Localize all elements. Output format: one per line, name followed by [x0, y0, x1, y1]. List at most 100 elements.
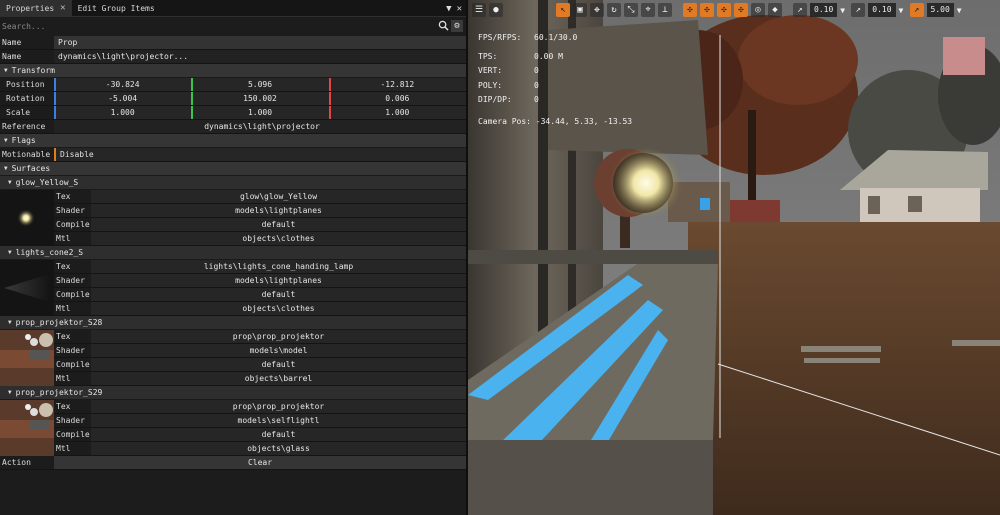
- shader-label: Shader: [56, 416, 85, 425]
- surfaces-header[interactable]: ▼ Surfaces: [0, 162, 466, 176]
- rotation-y-field[interactable]: 150.002: [191, 92, 329, 105]
- panel-controls: ▼ ✕: [446, 0, 462, 17]
- name-header-value: Prop: [54, 36, 466, 49]
- rotation-z-field[interactable]: 0.006: [328, 92, 466, 105]
- view-icon[interactable]: ◆: [768, 3, 782, 17]
- scale-y-field[interactable]: 1.000: [191, 106, 329, 119]
- surface-block: Tex lights\lights_cone_handing_lamp Shade…: [0, 260, 466, 316]
- caret-down-icon: ▼: [4, 165, 8, 172]
- scene-viewport[interactable]: ☰ ● ↖ ▣ ✥ ↻ ⤡ ⌖ ⊥ ✣ ✣ ✣ ✣ ◎ ◆ ↗ 0.10 ▼ ↗…: [468, 0, 1000, 515]
- tab-edit-group-items[interactable]: Edit Group Items: [72, 0, 161, 16]
- tab-properties-label: Properties: [6, 3, 55, 13]
- mtl-value[interactable]: objects\glass: [91, 442, 466, 455]
- menu-icon[interactable]: ☰: [472, 3, 486, 17]
- mtl-label: Mtl: [56, 304, 71, 313]
- add-object-icon[interactable]: ▣: [573, 3, 587, 17]
- reference-label: Reference: [2, 122, 46, 131]
- rotate-snap-icon[interactable]: ↗: [851, 3, 866, 17]
- compile-label: Compile: [56, 360, 90, 369]
- move-snap-value[interactable]: 0.10: [810, 3, 838, 17]
- move-icon[interactable]: ✥: [590, 3, 604, 17]
- clear-button[interactable]: Clear: [54, 456, 466, 469]
- axis-icon[interactable]: ⊥: [658, 3, 672, 17]
- scale-z-field[interactable]: 1.000: [328, 106, 466, 119]
- motionable-dropdown[interactable]: Disable: [54, 148, 466, 161]
- camera-icon[interactable]: ◎: [751, 3, 765, 17]
- stats-overlay: FPS/RFPS: 60.1/30.0 TPS: 0.00 M VERT: 0 POL…: [478, 31, 632, 130]
- dip-value: 0: [534, 95, 539, 105]
- compile-value[interactable]: default: [91, 428, 466, 441]
- select-cursor-icon[interactable]: ↖: [556, 3, 570, 17]
- dip-label: DIP/DP:: [478, 95, 512, 105]
- position-x-field[interactable]: -30.824: [54, 78, 192, 91]
- caret-down-icon: ▼: [4, 67, 8, 74]
- compile-label: Compile: [56, 290, 90, 299]
- mtl-value[interactable]: objects\barrel: [91, 372, 466, 385]
- scale-snap-value[interactable]: 5.00: [926, 3, 954, 17]
- mtl-value[interactable]: objects\clothes: [91, 302, 466, 315]
- tab-edit-group-items-label: Edit Group Items: [77, 3, 155, 13]
- shader-label: Shader: [56, 346, 85, 355]
- tex-label: Tex: [56, 262, 71, 271]
- scale-snap-icon[interactable]: ↗: [909, 3, 924, 17]
- scale-icon[interactable]: ⤡: [624, 3, 638, 17]
- search-icon[interactable]: [438, 20, 449, 31]
- scale-x-field[interactable]: 1.000: [54, 106, 192, 119]
- lightbulb-icon[interactable]: ●: [489, 3, 503, 17]
- gear-icon[interactable]: ⚙: [451, 20, 463, 32]
- search-row: ⚙: [0, 19, 466, 34]
- tex-value[interactable]: glow\glow_Yellow: [91, 190, 466, 203]
- shader-label: Shader: [56, 276, 85, 285]
- texture-thumbnail: [0, 400, 54, 456]
- snap-object-icon[interactable]: ✣: [700, 3, 714, 17]
- tex-value[interactable]: prop\prop_projektor: [91, 330, 466, 343]
- chevron-down-icon[interactable]: ▼: [957, 6, 965, 15]
- scale-row: Scale 1.000 1.000 1.000: [0, 106, 466, 120]
- chevron-down-icon[interactable]: ▼: [899, 6, 907, 15]
- name-value[interactable]: dynamics\light\projector...: [54, 50, 466, 63]
- tex-value[interactable]: prop\prop_projektor: [91, 400, 466, 413]
- snap-grid-icon[interactable]: ✣: [683, 3, 697, 17]
- transform-header[interactable]: ▼ Transform: [0, 64, 466, 78]
- rotate-icon[interactable]: ↻: [607, 3, 621, 17]
- position-y-field[interactable]: 5.096: [191, 78, 329, 91]
- snap-normal-icon[interactable]: ✣: [734, 3, 748, 17]
- surface-header[interactable]: ▼ glow_Yellow_S: [0, 176, 466, 190]
- shader-value[interactable]: models\selflightl: [91, 414, 466, 427]
- snap-vertex-icon[interactable]: ✣: [717, 3, 731, 17]
- compile-value[interactable]: default: [91, 218, 466, 231]
- mtl-value[interactable]: objects\clothes: [91, 232, 466, 245]
- surface-header[interactable]: ▼ prop_projektor_S28: [0, 316, 466, 330]
- caret-down-icon: ▼: [8, 179, 12, 186]
- rotation-x-field[interactable]: -5.004: [54, 92, 192, 105]
- compile-value[interactable]: default: [91, 288, 466, 301]
- shader-value[interactable]: models\lightplanes: [91, 274, 466, 287]
- close-icon[interactable]: ✕: [60, 3, 65, 13]
- poly-label: POLY:: [478, 80, 503, 90]
- surface-header[interactable]: ▼ prop_projektor_S29: [0, 386, 466, 400]
- poly-value: 0: [534, 80, 539, 90]
- properties-panel: Properties ✕ Edit Group Items ▼ ✕ ⚙ Name…: [0, 0, 466, 515]
- reference-value[interactable]: dynamics\light\projector: [54, 120, 466, 133]
- surface-header[interactable]: ▼ lights_cone2_S: [0, 246, 466, 260]
- snap-icon[interactable]: ⌖: [641, 3, 655, 17]
- surface-name: lights_cone2_S: [15, 248, 84, 257]
- shader-value[interactable]: models\lightplanes: [91, 204, 466, 217]
- caret-down-icon: ▼: [8, 319, 12, 326]
- compile-value[interactable]: default: [91, 358, 466, 371]
- close-panel-icon[interactable]: ✕: [457, 4, 462, 14]
- position-z-field[interactable]: -12.812: [328, 78, 466, 91]
- shader-value[interactable]: models\model: [91, 344, 466, 357]
- tex-value[interactable]: lights\lights_cone_handing_lamp: [91, 260, 466, 273]
- move-snap-icon[interactable]: ↗: [793, 3, 807, 17]
- dropdown-arrow-icon[interactable]: ▼: [446, 4, 451, 14]
- caret-down-icon: ▼: [4, 137, 8, 144]
- reference-row: Reference dynamics\light\projector: [0, 120, 466, 134]
- rotation-row: Rotation -5.004 150.002 0.006: [0, 92, 466, 106]
- flags-header[interactable]: ▼ Flags: [0, 134, 466, 148]
- chevron-down-icon[interactable]: ▼: [840, 6, 848, 15]
- rotate-snap-value[interactable]: 0.10: [868, 3, 896, 17]
- search-input[interactable]: [2, 22, 422, 31]
- tab-properties[interactable]: Properties ✕: [0, 0, 72, 16]
- action-label: Action: [2, 458, 31, 467]
